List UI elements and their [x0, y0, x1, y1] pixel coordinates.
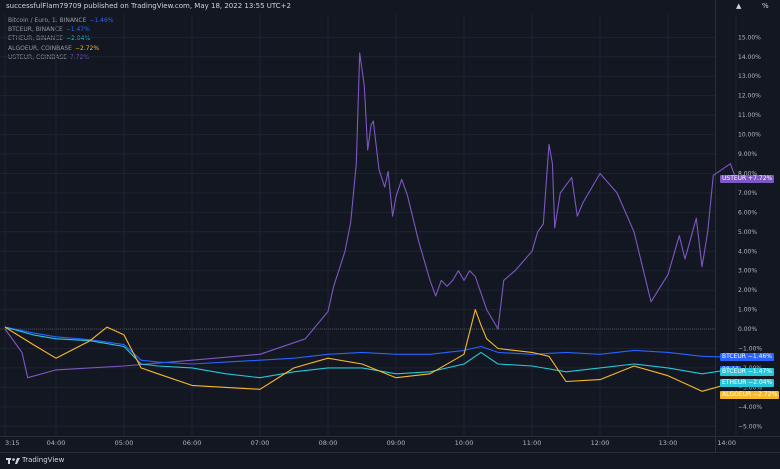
y-tick-label: 6.00% — [738, 209, 757, 216]
y-tick-label: 3.00% — [738, 268, 757, 275]
y-tick-label: 11.00% — [738, 112, 761, 119]
y-tick-label: 1.00% — [738, 307, 757, 314]
badge-label: USTEUR — [722, 174, 749, 182]
series-line-algoeur[interactable] — [4, 309, 737, 392]
x-tick-label: 06:00 — [183, 439, 202, 447]
x-tick-label: 3:15 — [5, 439, 20, 447]
x-tick-label: 11:00 — [523, 439, 542, 447]
series-line-btceur[interactable] — [4, 326, 737, 365]
price-badge-btceur: BTCEUR −1.47% — [720, 367, 774, 376]
y-tick-label: 5.00% — [738, 229, 757, 236]
x-tick-label: 08:00 — [319, 439, 338, 447]
price-badge-usteur: USTEUR +7.72% — [720, 174, 775, 183]
x-tick-label: 10:00 — [455, 439, 474, 447]
x-tick-label: 05:00 — [115, 439, 134, 447]
y-tick-label: 4.00% — [738, 248, 757, 255]
tradingview-logo-icon — [6, 458, 20, 464]
x-tick-label: 04:00 — [47, 439, 66, 447]
y-tick-label: −1.00% — [738, 345, 762, 352]
y-tick-label: −5.00% — [738, 423, 762, 430]
footer: TradingView — [0, 452, 780, 469]
y-tick-label: 7.00% — [738, 190, 757, 197]
badge-label: ALGOEUR — [722, 391, 754, 399]
brand-name: TradingView — [22, 456, 65, 464]
y-tick-label: 14.00% — [738, 54, 761, 61]
badge-value: −2.72% — [753, 391, 778, 399]
badge-label: BTCEUR — [722, 353, 748, 361]
badge-label: ETHEUR — [722, 379, 749, 387]
comparison-chart[interactable]: 15.00% 14.00% 13.00% 12.00% 11.00% 10.00% 9.00… — [0, 0, 780, 452]
x-axis: 3:15 04:00 05:00 06:00 07:00 08:00 09:00 10:00 1… — [5, 439, 736, 447]
series-lines — [4, 52, 737, 392]
y-tick-label: 13.00% — [738, 73, 761, 80]
y-tick-label: 10.00% — [738, 132, 761, 139]
y-tick-label: −4.00% — [738, 404, 762, 411]
price-badge-etheur: ETHEUR −2.04% — [720, 379, 775, 388]
price-badge-algoeur: ALGOEUR −2.72% — [720, 391, 780, 400]
y-tick-label: 15.00% — [738, 34, 761, 41]
price-badge-btceur: BTCEUR −1.46% — [720, 353, 774, 362]
y-tick-label: 9.00% — [738, 151, 757, 158]
x-tick-label: 12:00 — [591, 439, 610, 447]
y-tick-label: 0.00% — [738, 326, 757, 333]
x-tick-label: 09:00 — [387, 439, 406, 447]
x-tick-label: 07:00 — [251, 439, 270, 447]
x-tick-label: 13:00 — [659, 439, 678, 447]
badge-value: −2.04% — [748, 379, 773, 387]
grid — [0, 0, 780, 452]
badge-value: +7.72% — [748, 174, 773, 182]
badge-value: −1.47% — [747, 367, 772, 375]
x-tick-label: 14:00 — [717, 439, 736, 447]
badge-value: −1.46% — [747, 353, 772, 361]
y-tick-label: 2.00% — [738, 287, 757, 294]
badge-label: BTCEUR — [722, 367, 748, 375]
y-tick-label: 12.00% — [738, 93, 761, 100]
